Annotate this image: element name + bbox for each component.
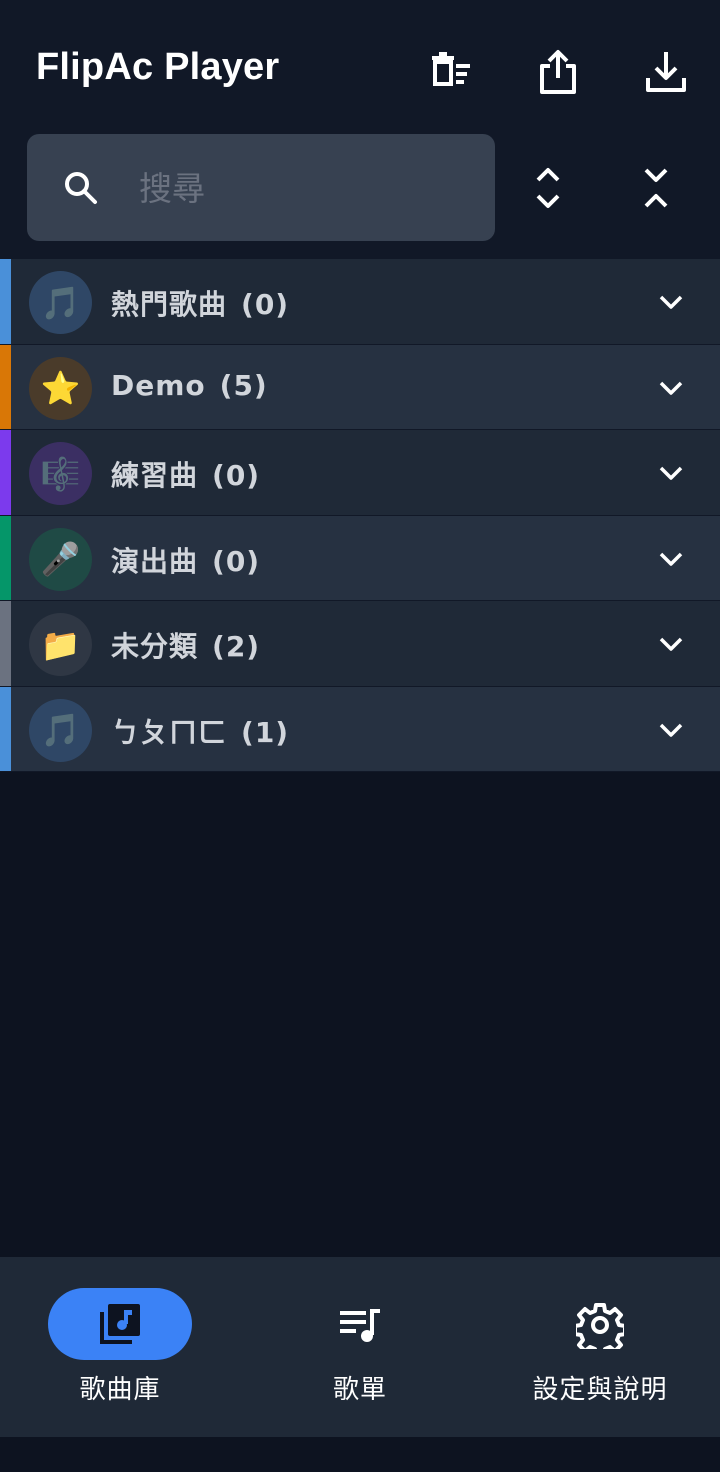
expand-all-icon — [536, 168, 560, 208]
delete-list-icon — [432, 52, 470, 86]
download-icon — [646, 52, 686, 92]
category-color-stripe — [0, 259, 11, 344]
chevron-down-icon[interactable] — [656, 715, 686, 745]
category-label: 未分類 (2) — [111, 630, 261, 663]
search-row — [0, 120, 720, 260]
bottom-navigation: 歌曲庫 歌單 設定與說明 — [0, 1257, 720, 1437]
nav-item-library[interactable]: 歌曲庫 — [0, 1257, 240, 1437]
chevron-down-icon[interactable] — [656, 458, 686, 488]
microphone-icon: 🎤 — [29, 527, 92, 591]
category-label: 熱門歌曲 (0) — [111, 288, 290, 321]
nav-label: 歌單 — [332, 1375, 387, 1405]
share-icon — [540, 50, 576, 94]
collapse-all-icon — [644, 168, 668, 208]
category-color-stripe — [0, 686, 11, 771]
category-label: Demo (5) — [111, 368, 268, 402]
star-icon: ⭐ — [29, 356, 92, 420]
chevron-down-icon[interactable] — [656, 544, 686, 574]
category-color-stripe — [0, 515, 11, 600]
chevron-down-icon[interactable] — [656, 287, 686, 317]
category-row[interactable]: 🎤 演出曲 (0) — [0, 515, 720, 601]
chevron-down-icon[interactable] — [656, 373, 686, 403]
system-navigation-bar — [0, 1437, 720, 1472]
share-button[interactable] — [526, 40, 590, 104]
gear-icon — [576, 1301, 624, 1349]
category-row[interactable]: 📁 未分類 (2) — [0, 601, 720, 687]
app-title: FlipAc Player — [36, 46, 280, 88]
category-color-stripe — [0, 430, 11, 515]
clear-list-button[interactable] — [418, 40, 482, 104]
category-color-stripe — [0, 344, 11, 429]
category-label: ㄅㄆㄇㄈ (1) — [111, 715, 290, 749]
category-label: 演出曲 (0) — [111, 544, 261, 578]
nav-item-settings[interactable]: 設定與說明 — [480, 1257, 720, 1437]
music-note-icon: 🎵 — [29, 698, 92, 762]
app-root: FlipAc Player 搜尋 🎵 熱門歌曲 (0) ⭐ Demo (5) 🎼… — [0, 0, 720, 1472]
category-row[interactable]: 🎵 ㄅㄆㄇㄈ (1) — [0, 686, 720, 772]
folder-icon: 📁 — [29, 613, 92, 676]
category-row[interactable]: 🎼 練習曲 (0) — [0, 430, 720, 516]
playlist-icon — [336, 1301, 384, 1349]
music-note-icon: 🎵 — [29, 271, 92, 334]
chevron-down-icon[interactable] — [656, 629, 686, 659]
download-button[interactable] — [634, 40, 698, 104]
collapse-all-button[interactable] — [620, 150, 692, 226]
nav-label: 歌曲庫 — [79, 1375, 161, 1405]
top-app-bar: FlipAc Player — [0, 0, 720, 140]
category-label: 練習曲 (0) — [111, 459, 261, 492]
nav-item-playlist[interactable]: 歌單 — [240, 1257, 480, 1437]
library-music-icon — [100, 1304, 140, 1344]
category-row[interactable]: 🎵 熱門歌曲 (0) — [0, 259, 720, 345]
musical-score-icon: 🎼 — [29, 442, 92, 505]
search-box[interactable] — [27, 134, 495, 241]
search-input[interactable] — [139, 162, 469, 214]
nav-label: 設定與說明 — [532, 1375, 668, 1405]
nav-active-indicator — [48, 1288, 192, 1360]
category-color-stripe — [0, 601, 11, 686]
expand-all-button[interactable] — [512, 150, 584, 226]
category-list: 🎵 熱門歌曲 (0) ⭐ Demo (5) 🎼 練習曲 (0) 🎤 演出曲 (0) 📁 … — [0, 259, 720, 772]
category-row[interactable]: ⭐ Demo (5) — [0, 344, 720, 430]
search-icon — [65, 172, 97, 204]
